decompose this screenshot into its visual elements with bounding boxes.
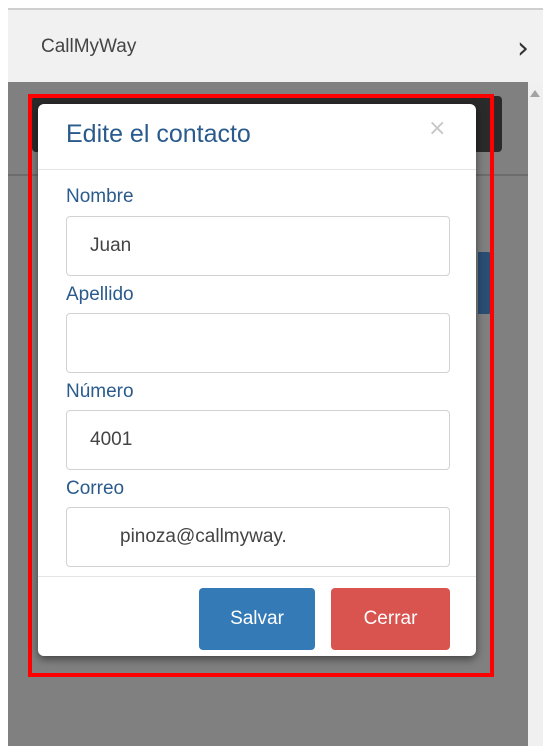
edit-contact-dialog: Edite el contacto × Nombre Apellido Núme… [38,104,476,656]
dialog-title: Edite el contacto [66,120,251,148]
scrollbar[interactable] [528,82,543,746]
close-icon[interactable]: × [428,116,446,141]
app-title: CallMyWay [41,36,137,57]
window-edge [0,0,8,746]
scroll-up-arrow-icon[interactable] [530,90,540,97]
save-button[interactable]: Salvar [199,588,315,650]
last-name-label: Apellido [66,284,134,305]
app-window: CallMyWay › Edite el contacto × Nombre A… [0,0,543,746]
first-name-label: Nombre [66,186,134,207]
number-label: Número [66,381,134,402]
email-input[interactable] [66,507,450,567]
chevron-right-icon[interactable]: › [517,34,529,64]
title-bar: CallMyWay › [8,8,543,82]
last-name-input[interactable] [66,313,450,373]
dialog-header: Edite el contacto × [38,104,476,170]
first-name-input[interactable] [66,216,450,276]
email-label: Correo [66,478,125,499]
dialog-footer: Salvar Cerrar [38,576,476,656]
close-button[interactable]: Cerrar [331,588,450,650]
number-input[interactable] [66,410,450,470]
